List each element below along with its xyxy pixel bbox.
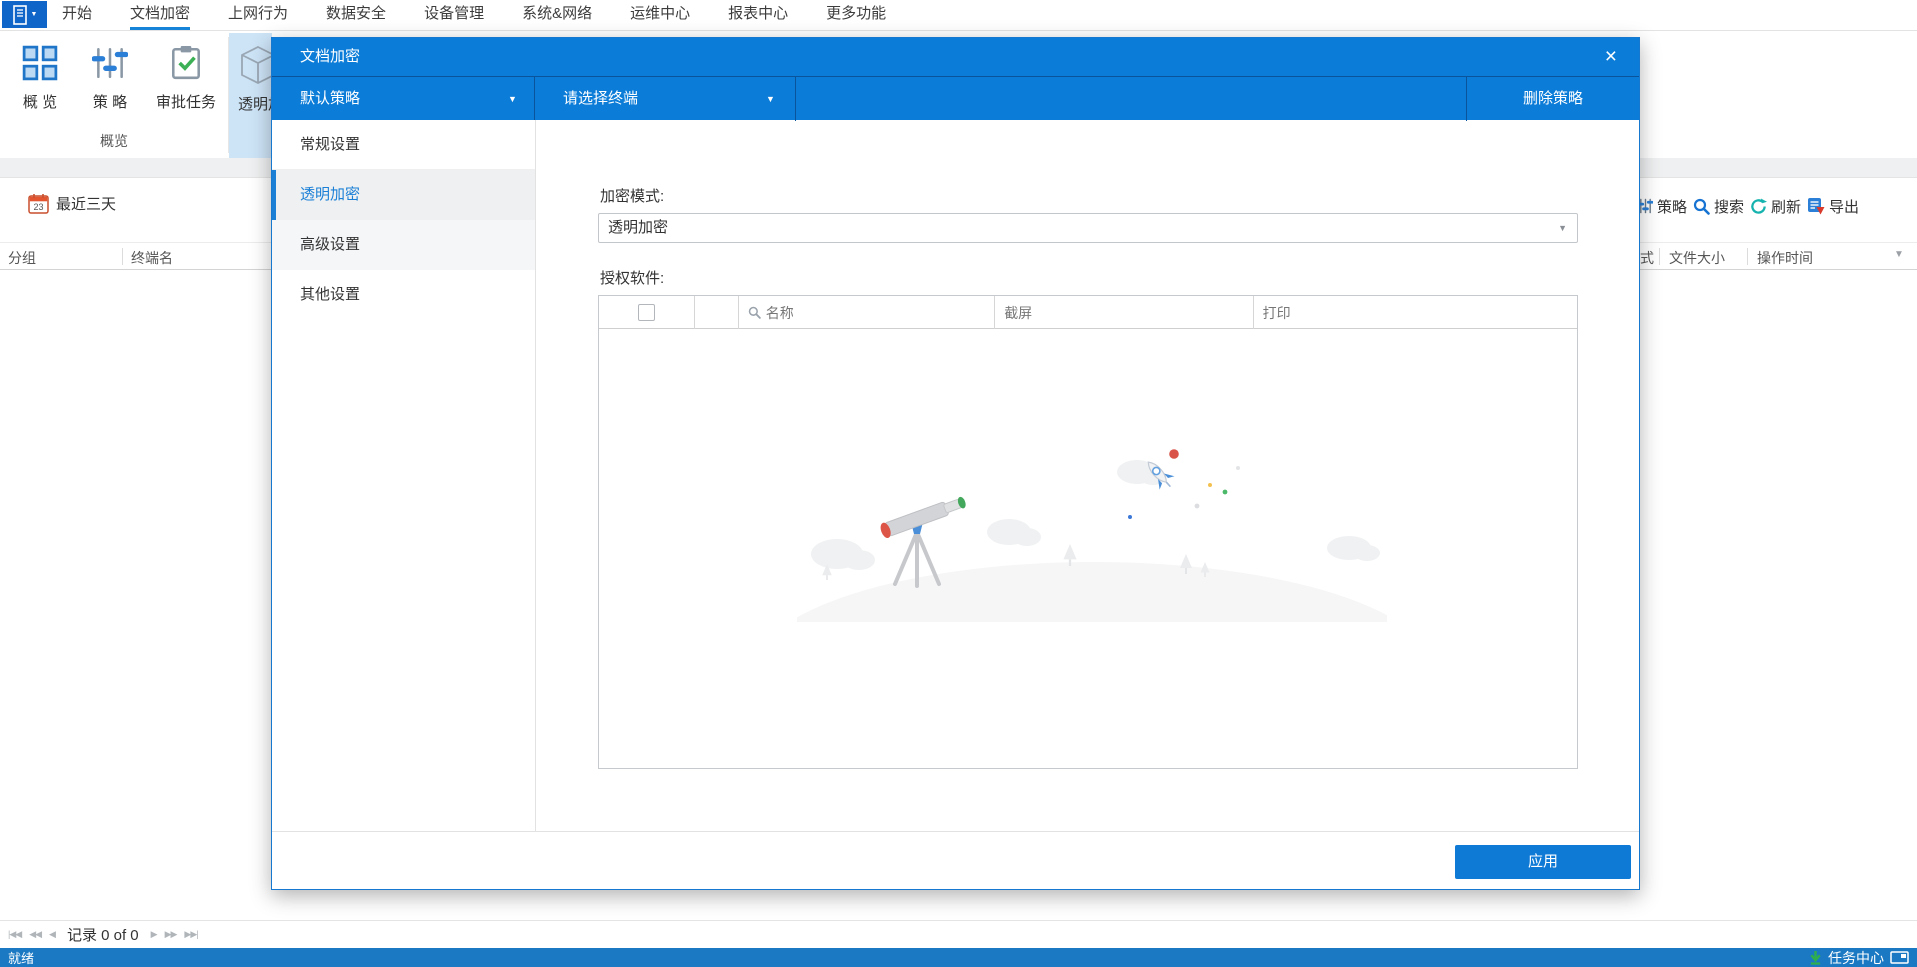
toolbar-policy[interactable]: 策略: [1638, 196, 1687, 217]
tab-start[interactable]: 开始: [62, 0, 92, 30]
status-ready: 就绪: [8, 951, 35, 966]
encryption-mode-select[interactable]: 透明加密 ▼: [598, 213, 1578, 243]
clipboard-check-icon: [172, 46, 200, 80]
fast-prev-icon[interactable]: ◀◀: [29, 929, 42, 940]
toolbar-policy-label: 策略: [1657, 198, 1688, 216]
authorized-software-table: 名称 截屏 打印: [598, 295, 1578, 769]
app-menu-button[interactable]: ▼: [2, 1, 47, 28]
footer-divider: [272, 831, 1639, 832]
sidebar-item-advanced-settings[interactable]: 高级设置: [272, 220, 535, 270]
sliders-icon: [1638, 198, 1653, 214]
encryption-mode-label: 加密模式:: [600, 188, 665, 205]
tab-more-functions[interactable]: 更多功能: [826, 0, 886, 30]
authorized-software-label: 授权软件:: [600, 270, 665, 287]
sidebar-divider: [535, 120, 536, 831]
sliders-icon: [92, 47, 128, 79]
terminal-dropdown[interactable]: 请选择终端 ▼: [535, 77, 796, 121]
last-page-icon[interactable]: ▶▶|: [184, 929, 198, 940]
search-icon: [748, 306, 761, 319]
column-filter-icon[interactable]: ▼: [1894, 249, 1904, 260]
tab-report-center[interactable]: 报表中心: [728, 0, 788, 30]
tab-device-management[interactable]: 设备管理: [424, 0, 484, 30]
monitor-icon[interactable]: [1890, 951, 1909, 964]
dialog-title: 文档加密: [300, 48, 361, 65]
column-operation-time[interactable]: 操作时间: [1757, 248, 1813, 268]
status-bar: 就绪 任务中心: [0, 948, 1917, 967]
table-header-print: 打印: [1262, 304, 1291, 321]
next-page-icon[interactable]: ▶: [151, 929, 158, 940]
screen: ▼ 开始 文档加密 上网行为 数据安全 设备管理 系统&网络 运维中心 报表中心…: [0, 0, 1917, 967]
empty-state-illustration: [797, 449, 1387, 622]
chevron-down-icon: ▼: [508, 94, 517, 104]
table-header-row: 名称 截屏 打印: [599, 296, 1577, 329]
menu-bar: ▼ 开始 文档加密 上网行为 数据安全 设备管理 系统&网络 运维中心 报表中心…: [0, 0, 1917, 30]
chevron-down-icon: ▼: [30, 11, 38, 18]
refresh-icon: [1751, 197, 1768, 214]
table-header-screenshot: 截屏: [995, 296, 1254, 329]
tab-system-network[interactable]: 系统&网络: [522, 0, 592, 30]
column-divider: [122, 248, 123, 265]
prev-page-icon[interactable]: ◀: [49, 929, 56, 940]
sidebar-item-transparent-encryption[interactable]: 透明加密: [272, 170, 535, 220]
pagination-bar: |◀◀ ◀◀ ◀ 记录 0 of 0 ▶ ▶▶ ▶▶|: [0, 920, 1917, 948]
column-group[interactable]: 分组: [8, 248, 36, 268]
fast-next-icon[interactable]: ▶▶: [165, 929, 178, 940]
chevron-down-icon: ▼: [766, 94, 775, 104]
ribbon-policy-label: 策 略: [92, 94, 128, 111]
toolbar-search[interactable]: 搜索: [1693, 196, 1744, 217]
app-menu-icon: [12, 4, 27, 25]
record-count: 记录 0 of 0: [66, 927, 139, 944]
delete-policy-button[interactable]: 删除策略: [1466, 77, 1639, 121]
grid-icon: [22, 45, 58, 81]
policy-dropdown-value: 默认策略: [300, 90, 361, 107]
date-filter-label: 最近三天: [56, 196, 117, 213]
search-icon: [1693, 198, 1710, 215]
toolbar-export[interactable]: 导出: [1807, 196, 1859, 217]
select-all-checkbox[interactable]: [637, 304, 655, 321]
dialog-toolbar: 默认策略 ▼ 请选择终端 ▼ 删除策略: [272, 76, 1639, 121]
chevron-down-icon: ▼: [1558, 223, 1567, 233]
tab-ops-center[interactable]: 运维中心: [630, 0, 690, 30]
list-toolbar: 策略 搜索 刷新 导出: [1638, 195, 1859, 217]
apply-button[interactable]: 应用: [1455, 845, 1631, 879]
ribbon-group-label: 概览: [100, 133, 128, 149]
menu-tabs: 开始 文档加密 上网行为 数据安全 设备管理 系统&网络 运维中心 报表中心 更…: [62, 0, 886, 30]
ribbon-transparent-encrypt-button[interactable]: 透明加密: [229, 33, 298, 159]
toolbar-refresh-label: 刷新: [1771, 198, 1802, 216]
tab-data-security[interactable]: 数据安全: [326, 0, 386, 30]
svg-text:23: 23: [33, 202, 43, 212]
column-divider: [1659, 248, 1660, 265]
export-icon: [1808, 198, 1825, 215]
table-header-name[interactable]: 名称: [739, 296, 996, 329]
sidebar-item-other-settings[interactable]: 其他设置: [272, 270, 535, 320]
column-terminal-name[interactable]: 终端名: [131, 248, 173, 268]
toolbar-export-label: 导出: [1829, 198, 1860, 216]
toolbar-search-label: 搜索: [1714, 198, 1745, 216]
date-filter-recent-3-days[interactable]: 23 最近三天: [28, 193, 116, 214]
task-center-button[interactable]: 任务中心: [1828, 948, 1884, 967]
download-arrow-icon: [1810, 951, 1821, 965]
tab-internet-behavior[interactable]: 上网行为: [228, 0, 288, 30]
ribbon-approval-tasks-label: 审批任务: [155, 94, 216, 111]
dialog-titlebar: 文档加密 ×: [272, 38, 1639, 76]
doc-encryption-dialog: 文档加密 × 默认策略 ▼ 请选择终端 ▼ 删除策略 常规设置 透明加密 高级设…: [271, 37, 1640, 890]
first-page-icon[interactable]: |◀◀: [8, 929, 22, 940]
policy-dropdown[interactable]: 默认策略 ▼: [272, 77, 535, 121]
column-file-size[interactable]: 文件大小: [1669, 248, 1725, 268]
table-header-spacer: [695, 296, 739, 329]
column-partial: 式: [1640, 250, 1654, 266]
dialog-sidebar: 常规设置 透明加密 高级设置 其他设置: [272, 120, 535, 320]
close-icon[interactable]: ×: [1605, 45, 1617, 69]
tab-doc-encryption[interactable]: 文档加密: [130, 0, 191, 30]
column-divider: [1747, 248, 1748, 265]
terminal-dropdown-value: 请选择终端: [563, 90, 639, 107]
toolbar-refresh[interactable]: 刷新: [1750, 196, 1801, 217]
calendar-icon: 23: [28, 194, 49, 214]
sidebar-item-general-settings[interactable]: 常规设置: [272, 120, 535, 170]
ribbon-overview-label: 概 览: [22, 94, 58, 111]
encryption-mode-value: 透明加密: [608, 219, 669, 236]
